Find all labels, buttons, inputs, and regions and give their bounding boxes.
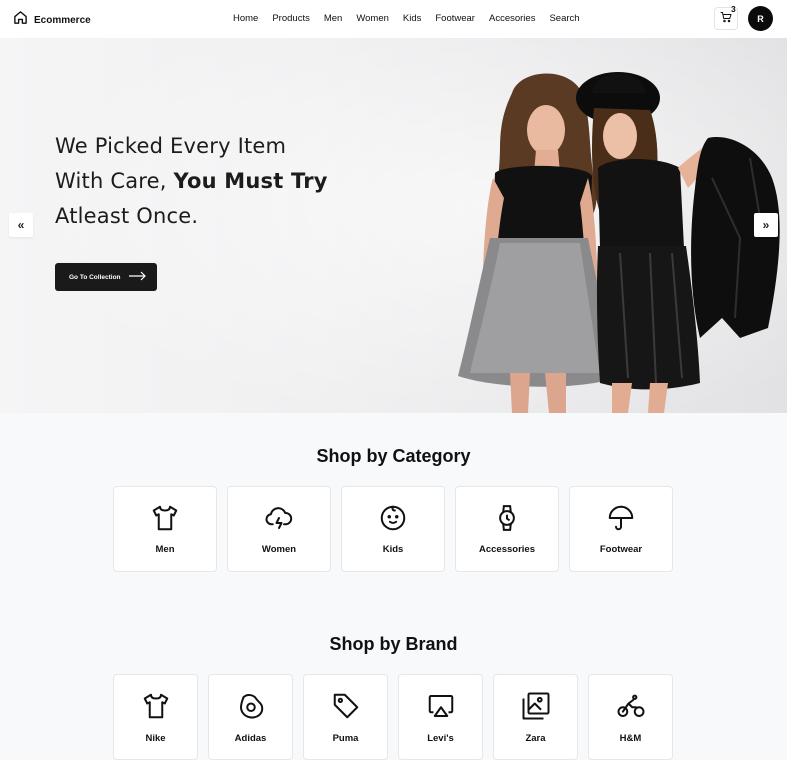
cloud-lightning-icon	[265, 507, 293, 529]
brand-card-zara[interactable]: Zara	[493, 674, 578, 760]
nav-home[interactable]: Home	[233, 13, 258, 24]
category-label-footwear: Footwear	[599, 544, 643, 555]
nav-kids[interactable]: Kids	[403, 13, 421, 24]
next-icon: »	[762, 218, 770, 232]
user-avatar[interactable]: R	[748, 6, 773, 31]
umbrella-icon	[608, 505, 634, 531]
carousel-prev-button[interactable]: «	[9, 213, 33, 237]
brand-card-levis[interactable]: Levi's	[398, 674, 483, 760]
carousel-next-button[interactable]: »	[754, 213, 778, 237]
nav-products[interactable]: Products	[272, 13, 310, 24]
brand-label-puma: Puma	[332, 733, 359, 744]
tshirt-icon	[152, 505, 178, 531]
nav-footwear[interactable]: Footwear	[435, 13, 475, 24]
tag-icon	[333, 693, 358, 719]
baby-face-icon	[380, 505, 406, 531]
hero-headline-line3: Atleast Once.	[55, 204, 199, 228]
category-label-men: Men	[155, 544, 175, 555]
egg-icon	[239, 694, 263, 719]
avatar-initial: R	[757, 13, 764, 24]
gallery-icon	[522, 692, 549, 720]
nav-search[interactable]: Search	[549, 13, 579, 24]
category-label-accessories: Accessories	[479, 544, 535, 555]
category-card-accessories[interactable]: Accessories	[455, 486, 559, 572]
nav-accesories[interactable]: Accesories	[489, 13, 535, 24]
hero-headline-plain: With Care,	[55, 169, 174, 193]
cta-label: Go To Collection	[69, 273, 121, 281]
nav-men[interactable]: Men	[324, 13, 342, 24]
brand-section-title: Shop by Brand	[329, 634, 458, 654]
brand-card-puma[interactable]: Puma	[303, 674, 388, 760]
category-label-kids: Kids	[382, 544, 404, 555]
brand-card-hm[interactable]: H&M	[588, 674, 673, 760]
brand-label-adidas: Adidas	[234, 733, 267, 744]
category-card-women[interactable]: Women	[227, 486, 331, 572]
watch-icon	[499, 505, 515, 531]
arrow-right-icon	[128, 268, 147, 286]
hero-headline-bold: You Must Try	[173, 169, 328, 193]
prev-icon: «	[17, 218, 25, 232]
brand-link[interactable]: Ecommerce	[13, 10, 91, 30]
top-navbar: Ecommerce Home Products Men Women Kids F…	[0, 0, 787, 38]
brand-label-zara: Zara	[525, 733, 546, 744]
brand-card-nike[interactable]: Nike	[113, 674, 198, 760]
hero-headline-line2: With Care, You Must Try	[55, 169, 328, 193]
brand-label-levis: Levi's	[427, 733, 454, 744]
airplay-icon	[428, 695, 453, 717]
nav-women[interactable]: Women	[356, 13, 389, 24]
category-card-footwear[interactable]: Footwear	[569, 486, 673, 572]
brand-name: Ecommerce	[34, 14, 91, 26]
go-to-collection-button[interactable]: Go To Collection	[55, 263, 157, 291]
hero-headline-line1: We Picked Every Item	[55, 134, 287, 158]
hero-banner: We Picked Every Item With Care, You Must…	[0, 38, 787, 413]
brand-card-adidas[interactable]: Adidas	[208, 674, 293, 760]
tshirt-icon	[143, 693, 168, 719]
cart-count-badge: 3	[731, 4, 736, 14]
category-card-men[interactable]: Men	[113, 486, 217, 572]
category-section-title: Shop by Category	[316, 446, 471, 466]
category-label-women: Women	[261, 544, 297, 555]
bicycle-icon	[617, 694, 644, 717]
category-card-kids[interactable]: Kids	[341, 486, 445, 572]
brand-label-hm: H&M	[619, 733, 642, 744]
brand-label-nike: Nike	[145, 733, 166, 744]
main-menu: Home Products Men Women Kids Footwear Ac…	[233, 13, 594, 24]
home-icon	[13, 10, 28, 30]
